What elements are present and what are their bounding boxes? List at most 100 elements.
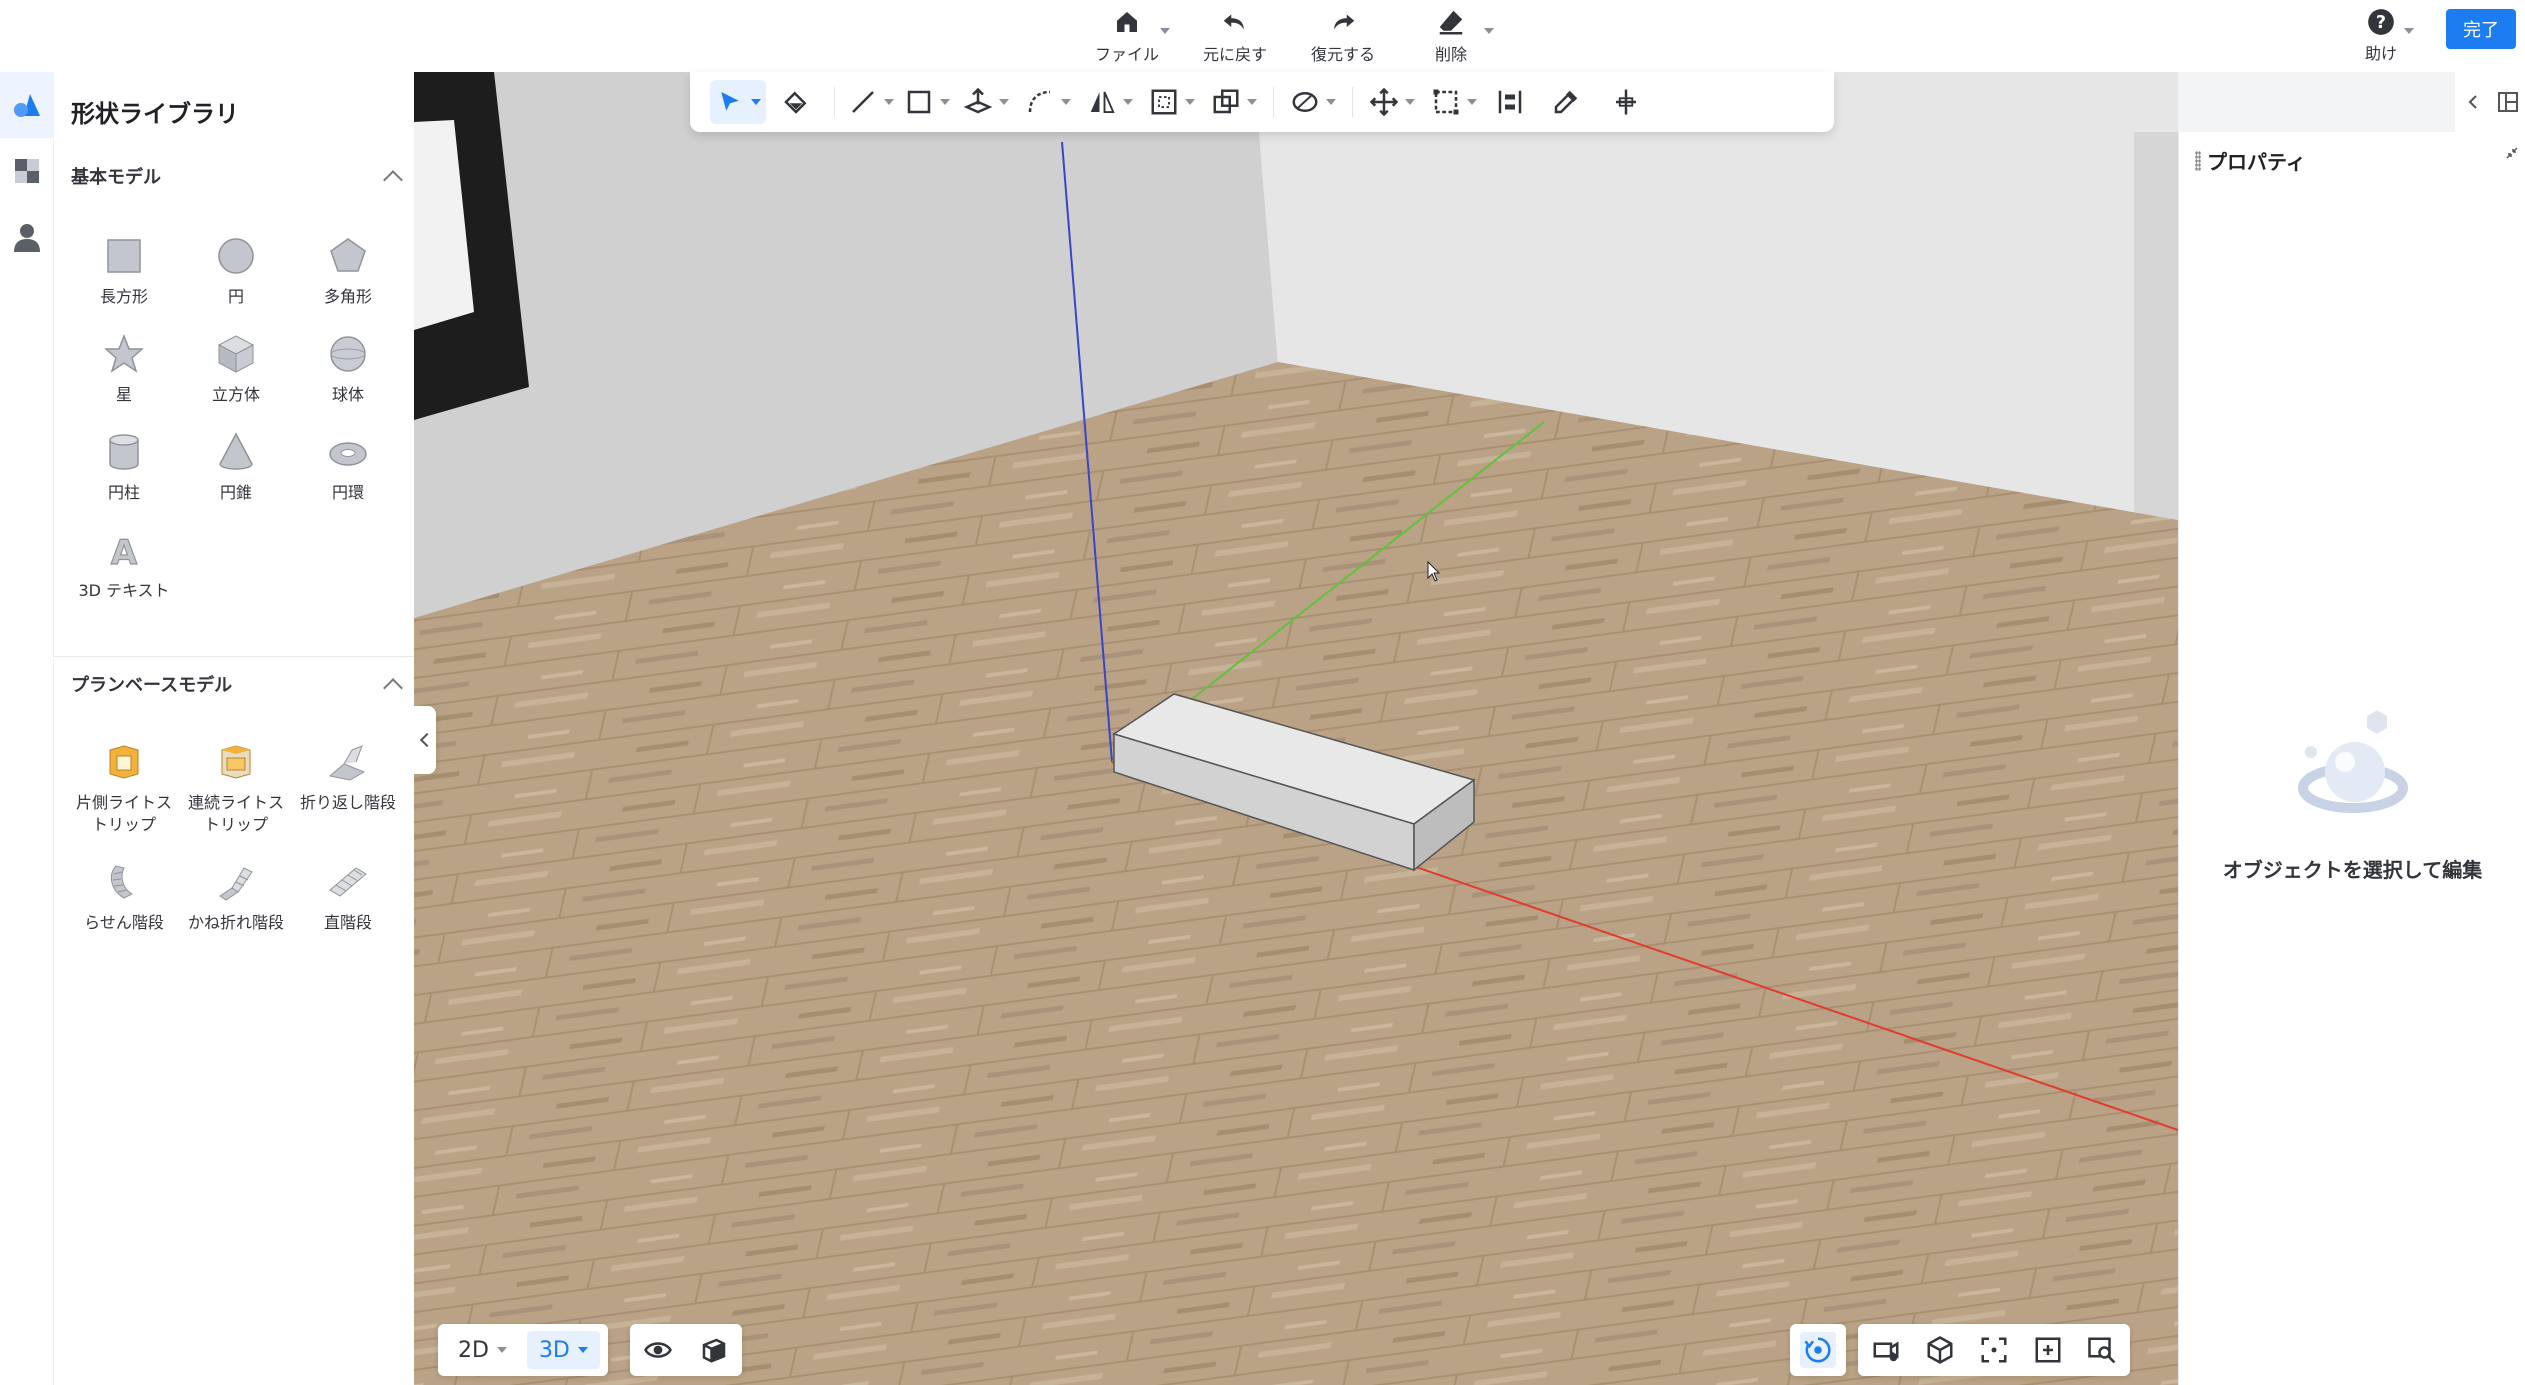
layout-button[interactable] — [2493, 87, 2523, 117]
chevron-down-icon — [1247, 99, 1257, 105]
toolbar-divider — [834, 87, 835, 117]
perspective-button[interactable] — [1922, 1332, 1958, 1368]
zoom-region-button[interactable] — [2030, 1332, 2066, 1368]
search-view-button[interactable] — [2084, 1332, 2120, 1368]
drag-handle-icon[interactable] — [2195, 150, 2201, 171]
align-tool-button[interactable] — [1485, 80, 1535, 124]
shape-item-star[interactable]: 星 — [68, 330, 180, 406]
plan-item-light-strip-continuous[interactable]: 連続ライトストリップ — [180, 738, 292, 836]
l-stairs-icon — [219, 867, 253, 901]
top-actions: ファイル 元に戻す 復元する 削除 — [1080, 0, 1498, 72]
shape-item-cone[interactable]: 円錐 — [180, 428, 292, 504]
rail-material-button[interactable] — [0, 138, 54, 204]
plan-item-light-strip-single[interactable]: 片側ライトストリップ — [68, 738, 180, 836]
line-tool-button[interactable] — [843, 80, 899, 124]
move-icon — [1369, 87, 1399, 117]
chevron-down-icon — [1326, 99, 1336, 105]
rectangle-tool-button[interactable] — [899, 80, 955, 124]
camera-settings-button[interactable] — [1868, 1332, 1904, 1368]
eyedropper-tool-button[interactable] — [1535, 80, 1597, 124]
undo-label: 元に戻す — [1202, 45, 1267, 64]
redo-button[interactable]: 復元する — [1296, 0, 1390, 72]
properties-header: プロパティ — [2195, 146, 2306, 175]
view-3d-label: 3D — [538, 1337, 570, 1363]
view-3d-button[interactable]: 3D — [526, 1331, 600, 1369]
shape-item-cylinder[interactable]: 円柱 — [68, 428, 180, 504]
push-pull-tool-button[interactable] — [955, 80, 1017, 124]
shape-label: 立方体 — [211, 385, 260, 404]
3d-scene[interactable] — [414, 72, 2178, 1385]
shape-label: 星 — [115, 385, 132, 404]
file-label: ファイル — [1094, 45, 1159, 64]
question-icon: ? — [2368, 9, 2394, 35]
shape-item-circle[interactable]: 円 — [180, 232, 292, 308]
orbit-icon — [1804, 1337, 1831, 1363]
file-menu-button[interactable]: ファイル — [1080, 0, 1174, 72]
eyedropper-icon — [1554, 90, 1578, 114]
panel-title: 形状ライブラリ — [71, 100, 239, 128]
plan-label: かね折れ階段 — [188, 913, 285, 932]
done-button[interactable]: 完了 — [2446, 9, 2516, 49]
cube-icon — [217, 335, 255, 373]
basic-models-grid: 長方形 円 多角形 星 立方体 球体 円柱 円錐 円環 A 3D テキスト — [68, 232, 404, 602]
fit-view-button[interactable] — [1976, 1332, 2012, 1368]
plan-item-switchback-stairs[interactable]: 折り返し階段 — [292, 738, 404, 836]
panel-back-button[interactable] — [2458, 87, 2488, 117]
curve-tool-button[interactable] — [1017, 80, 1079, 124]
plan-models-grid: 片側ライトストリップ 連続ライトストリップ 折り返し階段 らせん階段 かね折れ階… — [68, 738, 404, 934]
scale-tool-button[interactable] — [1423, 80, 1485, 124]
display-mode-button[interactable] — [696, 1332, 732, 1368]
shape-item-rectangle[interactable]: 長方形 — [68, 232, 180, 308]
visibility-button[interactable] — [640, 1332, 676, 1368]
axis-icon — [1616, 89, 1636, 115]
select-tool-button[interactable] — [710, 80, 766, 124]
offset-tool-button[interactable] — [1141, 80, 1203, 124]
paint-tool-button[interactable] — [766, 80, 826, 124]
help-button[interactable]: ? 助け — [2340, 0, 2422, 72]
move-tool-button[interactable] — [1361, 80, 1423, 124]
material-brush-tool-button[interactable] — [1282, 80, 1344, 124]
chevron-down-icon — [2404, 28, 2414, 34]
undo-icon — [1223, 14, 1244, 30]
section-basic-models-header[interactable]: 基本モデル — [71, 160, 406, 192]
axis-tool-button[interactable] — [1597, 80, 1655, 124]
3d-viewport[interactable] — [414, 72, 2178, 1385]
empty-selection-text: オブジェクトを選択して編集 — [2222, 858, 2483, 882]
mirror-tool-button[interactable] — [1079, 80, 1141, 124]
shape-item-cube[interactable]: 立方体 — [180, 330, 292, 406]
shape-item-torus[interactable]: 円環 — [292, 428, 404, 504]
light-strip-single-icon — [109, 745, 139, 779]
top-bar: ファイル 元に戻す 復元する 削除 ? 助け 完了 — [0, 0, 2525, 72]
right-panel-controls — [2455, 72, 2525, 132]
rail-shapes-button[interactable] — [0, 72, 54, 138]
collapse-icon[interactable] — [2505, 146, 2519, 160]
delete-button[interactable]: 削除 — [1404, 0, 1498, 72]
star-icon — [104, 333, 144, 373]
home-icon — [1117, 12, 1137, 32]
collapse-panel-button[interactable] — [414, 706, 436, 774]
chevron-down-icon — [751, 99, 761, 105]
curve-icon — [1028, 90, 1051, 113]
layout-icon — [2497, 92, 2518, 112]
chevron-down-icon — [1185, 99, 1195, 105]
shape-item-3d-text[interactable]: A 3D テキスト — [68, 526, 180, 602]
view-2d-button[interactable]: 2D — [446, 1331, 519, 1369]
orbit-control — [1790, 1324, 1846, 1376]
plan-item-straight-stairs[interactable]: 直階段 — [292, 858, 404, 934]
shape-item-polygon[interactable]: 多角形 — [292, 232, 404, 308]
plan-item-spiral-stairs[interactable]: らせん階段 — [68, 858, 180, 934]
shape-label: 円柱 — [107, 483, 140, 502]
orbit-button[interactable] — [1800, 1332, 1836, 1368]
sphere-icon — [330, 336, 366, 372]
undo-button[interactable]: 元に戻す — [1188, 0, 1282, 72]
section-plan-models-header[interactable]: プランベースモデル — [71, 668, 406, 700]
shape-item-sphere[interactable]: 球体 — [292, 330, 404, 406]
rail-user-button[interactable] — [0, 204, 54, 270]
left-rail — [0, 72, 54, 1385]
modeling-toolbar — [690, 72, 1834, 132]
plan-item-l-stairs[interactable]: かね折れ階段 — [180, 858, 292, 934]
paint-bucket-icon — [784, 91, 807, 114]
combine-tool-button[interactable] — [1203, 80, 1265, 124]
mirror-icon — [1090, 91, 1115, 113]
right-wall — [2134, 132, 2178, 520]
